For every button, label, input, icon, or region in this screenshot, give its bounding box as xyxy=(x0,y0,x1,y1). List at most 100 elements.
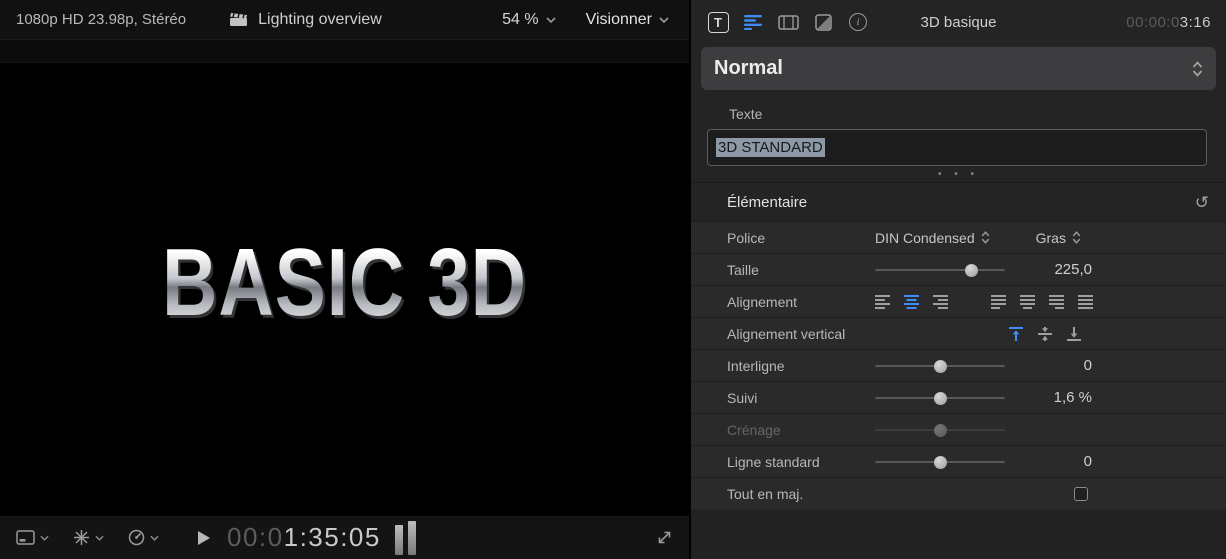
valign-top-icon[interactable] xyxy=(1009,327,1023,341)
align-center-icon[interactable] xyxy=(904,295,920,309)
retime-speedometer-icon xyxy=(128,529,145,546)
chevron-down-icon xyxy=(40,535,49,541)
viewer-toolbar: 1080p HD 23.98p, Stéréo Lighting overvie… xyxy=(0,0,689,40)
format-info: 1080p HD 23.98p, Stéréo xyxy=(16,11,186,28)
reset-section-button[interactable]: ↺ xyxy=(1195,194,1209,211)
taille-slider[interactable] xyxy=(875,262,1005,278)
justify-all-icon[interactable] xyxy=(1078,295,1094,309)
suivi-value[interactable]: 1,6 % xyxy=(1054,389,1092,406)
project-name: Lighting overview xyxy=(258,11,382,29)
view-options-icon xyxy=(16,530,35,545)
timecode-bright-digits: 1:35:05 xyxy=(284,522,381,552)
row-suivi: Suivi 1,6 % xyxy=(691,381,1226,413)
suivi-label: Suivi xyxy=(727,390,875,406)
tab-title-inspector[interactable] xyxy=(741,10,765,34)
play-icon xyxy=(197,530,211,546)
view-menu[interactable]: Visionner xyxy=(586,11,669,29)
texte-section-label: Texte xyxy=(729,106,1226,122)
viewer-pane: 1080p HD 23.98p, Stéréo Lighting overvie… xyxy=(0,0,689,559)
horizontal-alignment-buttons xyxy=(875,295,1094,309)
enhancements-wand-icon xyxy=(73,529,90,546)
alignement-label: Alignement xyxy=(727,294,875,310)
row-interligne: Interligne 0 xyxy=(691,349,1226,381)
row-alignement-vertical: Alignement vertical xyxy=(691,317,1226,349)
section-header-label: Élémentaire xyxy=(727,194,807,211)
vertical-alignment-buttons xyxy=(1009,327,1081,341)
justify-last-right-icon[interactable] xyxy=(1049,295,1065,309)
inspector-duration-timecode: 00:00:03:16 xyxy=(1126,14,1211,31)
textarea-resize-handle[interactable]: • • • xyxy=(691,166,1226,182)
up-down-chevrons-icon xyxy=(1192,61,1203,77)
duration-bright-digits: 3:16 xyxy=(1180,14,1211,31)
tab-text-inspector[interactable]: T xyxy=(706,10,730,34)
expand-viewer-button[interactable] xyxy=(656,529,673,546)
audio-meters-icon[interactable] xyxy=(395,521,416,555)
up-down-chevrons-icon xyxy=(981,231,990,244)
suivi-slider[interactable] xyxy=(875,390,1005,406)
viewer-canvas: BASIC 3D xyxy=(0,40,689,515)
chevron-down-icon xyxy=(95,535,104,541)
tout-en-maj-checkbox[interactable] xyxy=(1074,487,1088,501)
justify-last-center-icon[interactable] xyxy=(1020,295,1036,309)
viewer-bottom-toolbar: 00:01:35:05 xyxy=(0,515,689,559)
chevron-down-icon xyxy=(659,17,669,23)
tab-video-inspector[interactable] xyxy=(776,10,800,34)
tout-en-maj-label: Tout en maj. xyxy=(727,486,875,502)
project-indicator: Lighting overview xyxy=(230,11,382,29)
alignement-vertical-label: Alignement vertical xyxy=(727,326,875,342)
chevron-down-icon xyxy=(546,17,556,23)
justify-last-left-icon[interactable] xyxy=(991,295,1007,309)
font-face-value: Gras xyxy=(1036,230,1066,246)
tab-color-inspector[interactable] xyxy=(811,10,835,34)
tab-info-inspector[interactable]: i xyxy=(846,10,870,34)
valign-middle-icon[interactable] xyxy=(1038,327,1052,341)
police-label: Police xyxy=(727,230,875,246)
crenage-label: Crénage xyxy=(727,422,875,438)
zoom-menu[interactable]: 54 % xyxy=(502,11,555,29)
final-cut-pro-window: 1080p HD 23.98p, Stéréo Lighting overvie… xyxy=(0,0,1226,559)
inspector-toolbar: T xyxy=(691,0,1226,44)
interligne-label: Interligne xyxy=(727,358,875,374)
row-taille: Taille 225,0 xyxy=(691,253,1226,285)
taille-value[interactable]: 225,0 xyxy=(1054,261,1092,278)
row-tout-en-maj: Tout en maj. xyxy=(691,477,1226,509)
interligne-slider[interactable] xyxy=(875,358,1005,374)
title-lines-icon xyxy=(743,14,763,30)
canvas-3d-title-text: BASIC 3D xyxy=(69,228,620,338)
inspector-pane: T xyxy=(691,0,1226,559)
inspector-rows: Police DIN Condensed Gras xyxy=(691,221,1226,559)
row-ligne-standard: Ligne standard 0 xyxy=(691,445,1226,477)
ligne-standard-slider[interactable] xyxy=(875,454,1005,470)
overlay-options-menu[interactable] xyxy=(16,530,49,545)
font-family-value: DIN Condensed xyxy=(875,230,975,246)
preset-dropdown[interactable]: Normal xyxy=(701,47,1216,90)
color-diagonal-icon xyxy=(815,14,832,31)
inspector-clip-title: 3D basique xyxy=(921,14,997,31)
taille-label: Taille xyxy=(727,262,875,278)
align-right-icon[interactable] xyxy=(933,295,949,309)
row-police: Police DIN Condensed Gras xyxy=(691,221,1226,253)
enhancements-menu[interactable] xyxy=(73,529,104,546)
chevron-down-icon xyxy=(150,535,159,541)
play-button[interactable] xyxy=(197,530,211,546)
row-crenage: Crénage xyxy=(691,413,1226,445)
align-left-icon[interactable] xyxy=(875,295,891,309)
clapboard-icon xyxy=(230,12,249,27)
font-family-popup[interactable]: DIN Condensed xyxy=(875,230,990,246)
valign-bottom-icon[interactable] xyxy=(1067,327,1081,341)
text-inspector-icon: T xyxy=(708,12,729,33)
duration-dim-digits: 00:00:0 xyxy=(1126,14,1180,31)
up-down-chevrons-icon xyxy=(1072,231,1081,244)
zoom-level: 54 % xyxy=(502,11,538,29)
playhead-timecode[interactable]: 00:01:35:05 xyxy=(227,522,381,553)
retime-menu[interactable] xyxy=(128,529,159,546)
interligne-value[interactable]: 0 xyxy=(1084,357,1092,374)
crenage-slider xyxy=(875,422,1005,438)
ligne-standard-value[interactable]: 0 xyxy=(1084,453,1092,470)
inspector-tabs: T xyxy=(706,10,870,34)
font-face-popup[interactable]: Gras xyxy=(1036,230,1081,246)
ligne-standard-label: Ligne standard xyxy=(727,454,875,470)
row-alignement: Alignement xyxy=(691,285,1226,317)
info-icon: i xyxy=(849,13,867,31)
title-text-input[interactable]: 3D STANDARD xyxy=(707,129,1207,166)
